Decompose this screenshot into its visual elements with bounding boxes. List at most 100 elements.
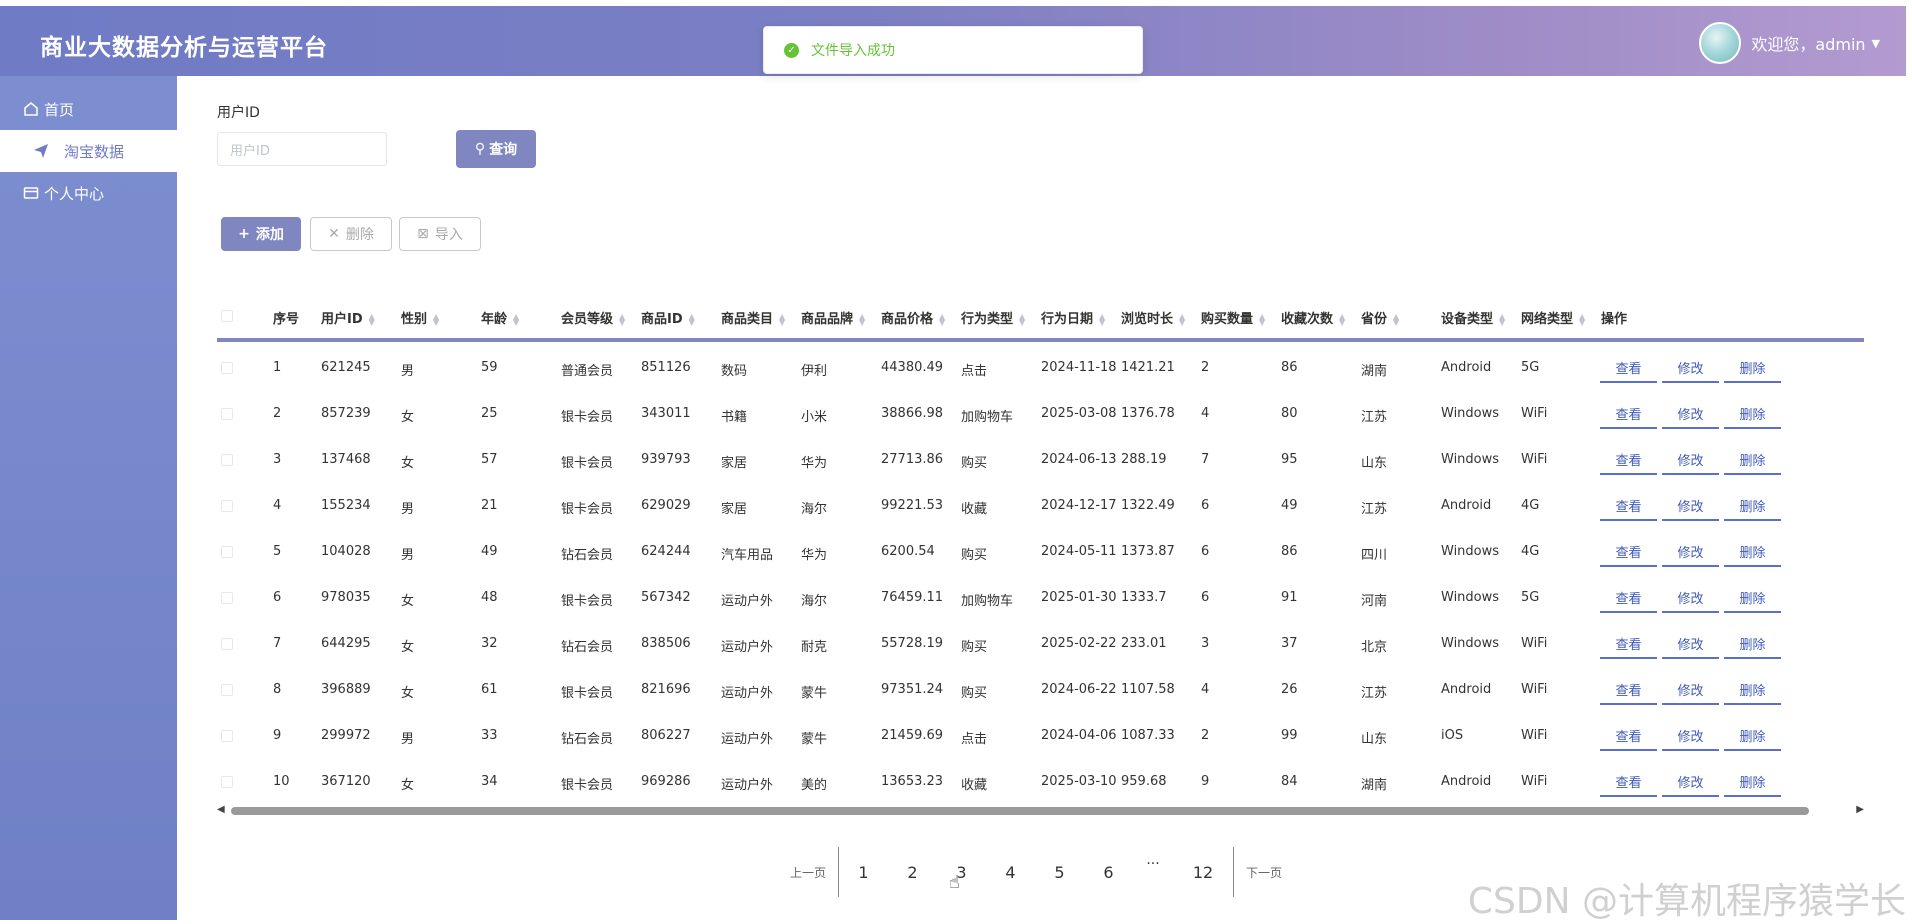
column-header[interactable]: 用户ID ▲ ▼: [321, 308, 375, 327]
column-header[interactable]: 网络类型 ▲ ▼: [1521, 308, 1585, 327]
edit-button[interactable]: 修改: [1662, 354, 1719, 383]
view-button[interactable]: 查看: [1600, 584, 1657, 613]
delete-button[interactable]: ✕ 删除: [310, 217, 392, 251]
row-checkbox[interactable]: [221, 362, 233, 374]
delete-row-button[interactable]: 删除: [1724, 584, 1781, 613]
sort-icon[interactable]: ▲ ▼: [939, 312, 945, 326]
column-header[interactable]: 商品价格 ▲ ▼: [881, 308, 945, 327]
table-cell: 华为: [801, 456, 828, 471]
scrollbar-thumb[interactable]: [231, 807, 1809, 815]
edit-button[interactable]: 修改: [1662, 768, 1719, 797]
edit-button[interactable]: 修改: [1662, 492, 1719, 521]
page-6[interactable]: 6: [1084, 863, 1133, 882]
view-button[interactable]: 查看: [1600, 768, 1657, 797]
select-all-checkbox[interactable]: [221, 310, 233, 322]
page-2[interactable]: 2: [888, 863, 937, 882]
sidebar-item-taobao-data[interactable]: 淘宝数据: [0, 130, 177, 172]
sort-icon[interactable]: ▲ ▼: [1499, 312, 1505, 326]
sidebar-item-home[interactable]: 首页: [0, 88, 177, 130]
sort-icon[interactable]: ▲ ▼: [779, 312, 785, 326]
view-button[interactable]: 查看: [1600, 400, 1657, 429]
column-header[interactable]: 年龄 ▲ ▼: [481, 308, 519, 327]
delete-row-button[interactable]: 删除: [1724, 492, 1781, 521]
edit-button[interactable]: 修改: [1662, 446, 1719, 475]
delete-row-button[interactable]: 删除: [1724, 676, 1781, 705]
view-button[interactable]: 查看: [1600, 538, 1657, 567]
column-header[interactable]: 商品ID ▲ ▼: [641, 308, 695, 327]
row-checkbox[interactable]: [221, 776, 233, 788]
sort-icon[interactable]: ▲ ▼: [1099, 312, 1105, 326]
sort-icon[interactable]: ▲ ▼: [433, 312, 439, 326]
row-checkbox[interactable]: [221, 408, 233, 420]
delete-row-button[interactable]: 删除: [1724, 354, 1781, 383]
delete-row-button[interactable]: 删除: [1724, 768, 1781, 797]
delete-row-button[interactable]: 删除: [1724, 722, 1781, 751]
search-button[interactable]: ⚲ 查询: [456, 130, 536, 168]
edit-button[interactable]: 修改: [1662, 538, 1719, 567]
view-button[interactable]: 查看: [1600, 492, 1657, 521]
page-1[interactable]: 1: [839, 863, 888, 882]
row-checkbox[interactable]: [221, 684, 233, 696]
scroll-right-icon[interactable]: ▶: [1856, 804, 1864, 815]
sidebar-item-profile[interactable]: 个人中心: [0, 172, 177, 214]
column-header[interactable]: 商品品牌 ▲ ▼: [801, 308, 865, 327]
row-checkbox[interactable]: [221, 454, 233, 466]
page-5[interactable]: 5: [1035, 863, 1084, 882]
welcome-text[interactable]: 欢迎您，admin: [1751, 31, 1865, 55]
edit-button[interactable]: 修改: [1662, 400, 1719, 429]
column-header[interactable]: 购买数量 ▲ ▼: [1201, 308, 1265, 327]
page-4[interactable]: 4: [986, 863, 1035, 882]
page-3[interactable]: 3: [937, 863, 986, 882]
column-header[interactable]: 设备类型 ▲ ▼: [1441, 308, 1505, 327]
avatar[interactable]: [1699, 22, 1742, 64]
view-button[interactable]: 查看: [1600, 446, 1657, 475]
scroll-left-icon[interactable]: ◀: [217, 804, 225, 815]
edit-button[interactable]: 修改: [1662, 676, 1719, 705]
row-checkbox[interactable]: [221, 500, 233, 512]
delete-row-button[interactable]: 删除: [1724, 538, 1781, 567]
add-button[interactable]: + 添加: [221, 217, 301, 251]
column-header[interactable]: 商品类目 ▲ ▼: [721, 308, 785, 327]
delete-row-button[interactable]: 删除: [1724, 446, 1781, 475]
view-button[interactable]: 查看: [1600, 630, 1657, 659]
sort-icon[interactable]: ▲ ▼: [1339, 312, 1345, 326]
sort-icon[interactable]: ▲ ▼: [1179, 312, 1185, 326]
next-page-button[interactable]: 下一页: [1234, 864, 1294, 881]
edit-button[interactable]: 修改: [1662, 722, 1719, 751]
delete-row-button[interactable]: 删除: [1724, 630, 1781, 659]
view-button[interactable]: 查看: [1600, 676, 1657, 705]
sort-icon[interactable]: ▲ ▼: [1259, 312, 1265, 326]
sort-icon[interactable]: ▲ ▼: [1019, 312, 1025, 326]
column-header[interactable]: 浏览时长 ▲ ▼: [1121, 308, 1185, 327]
row-checkbox[interactable]: [221, 592, 233, 604]
edit-button[interactable]: 修改: [1662, 584, 1719, 613]
prev-page-button[interactable]: 上一页: [778, 864, 838, 881]
row-checkbox[interactable]: [221, 546, 233, 558]
delete-row-button[interactable]: 删除: [1724, 400, 1781, 429]
sort-icon[interactable]: ▲ ▼: [859, 312, 865, 326]
sort-icon[interactable]: ▲ ▼: [513, 312, 519, 326]
row-checkbox[interactable]: [221, 638, 233, 650]
column-header[interactable]: 收藏次数 ▲ ▼: [1281, 308, 1345, 327]
column-header[interactable]: 行为日期 ▲ ▼: [1041, 308, 1105, 327]
view-button[interactable]: 查看: [1600, 354, 1657, 383]
sort-icon[interactable]: ▲ ▼: [1393, 312, 1399, 326]
import-button[interactable]: ⊠ 导入: [399, 217, 481, 251]
sort-icon[interactable]: ▲ ▼: [689, 312, 695, 326]
column-header[interactable]: 行为类型 ▲ ▼: [961, 308, 1025, 327]
sort-icon[interactable]: ▲ ▼: [1579, 312, 1585, 326]
page-12[interactable]: 12: [1173, 863, 1233, 882]
sort-icon[interactable]: ▲ ▼: [619, 312, 625, 326]
row-checkbox[interactable]: [221, 730, 233, 742]
column-header[interactable]: 会员等级 ▲ ▼: [561, 308, 625, 327]
pagination-ellipsis[interactable]: ···: [1133, 856, 1173, 872]
user-menu[interactable]: 欢迎您，admin ▼: [1699, 22, 1880, 64]
user-id-input[interactable]: 用户ID: [217, 132, 387, 166]
horizontal-scrollbar[interactable]: ◀ ▶: [217, 804, 1864, 816]
edit-button[interactable]: 修改: [1662, 630, 1719, 659]
caret-down-icon[interactable]: ▼: [1872, 37, 1880, 50]
column-header[interactable]: 省份 ▲ ▼: [1361, 308, 1399, 327]
sort-icon[interactable]: ▲ ▼: [369, 312, 375, 326]
view-button[interactable]: 查看: [1600, 722, 1657, 751]
column-header[interactable]: 性别 ▲ ▼: [401, 308, 439, 327]
